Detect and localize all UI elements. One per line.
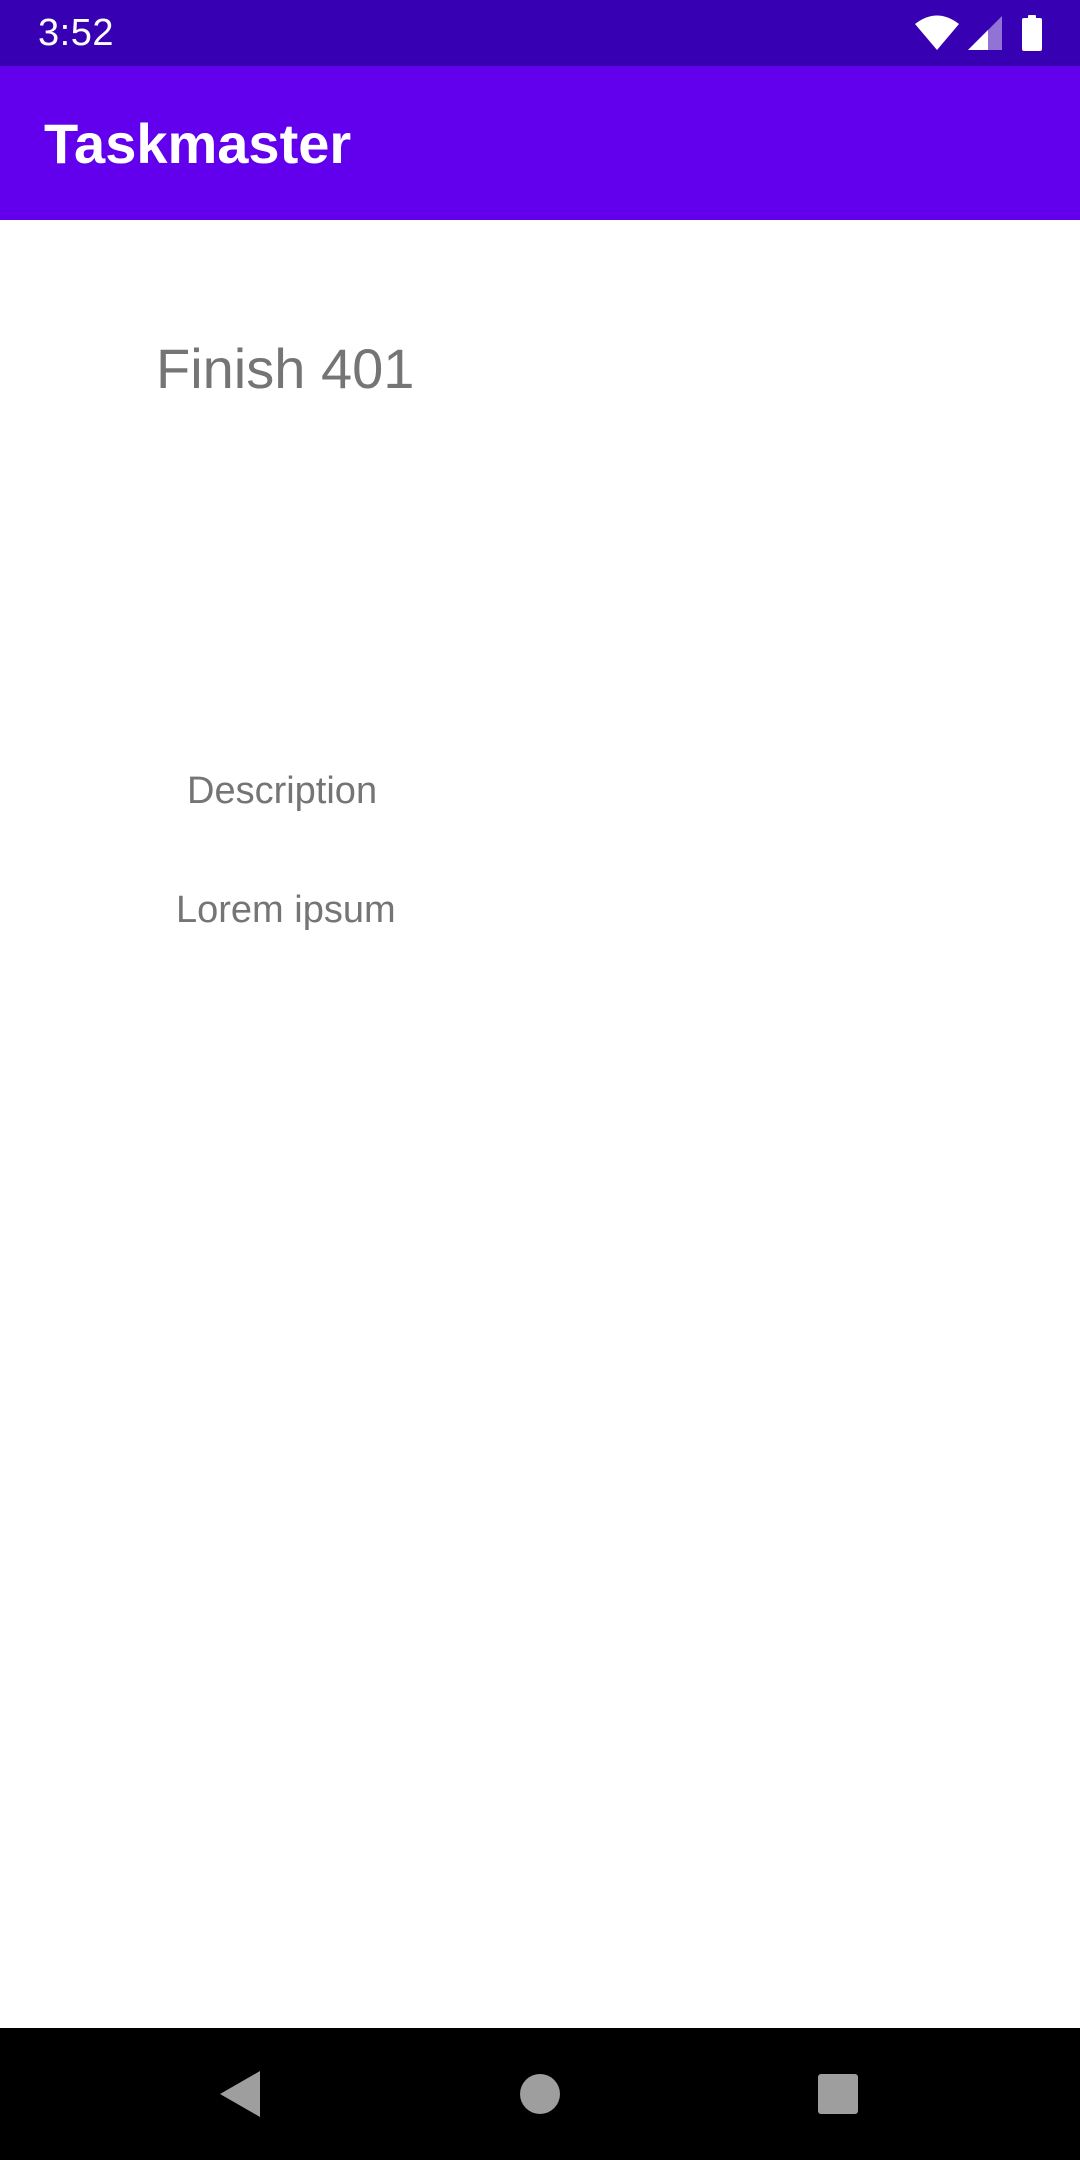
cell-signal-icon bbox=[968, 16, 1002, 50]
home-icon bbox=[520, 2074, 560, 2114]
app-bar: Taskmaster bbox=[0, 66, 1080, 220]
description-body: Lorem ipsum bbox=[176, 889, 396, 931]
battery-icon bbox=[1022, 15, 1042, 51]
back-icon bbox=[220, 2071, 260, 2117]
status-bar: 3:52 bbox=[0, 0, 1080, 66]
task-detail-content: Finish 401 Description Lorem ipsum bbox=[0, 220, 1080, 2028]
back-button[interactable] bbox=[200, 2054, 280, 2134]
wifi-icon bbox=[914, 15, 960, 51]
app-title: Taskmaster bbox=[44, 112, 352, 175]
status-icons bbox=[914, 15, 1042, 51]
task-title: Finish 401 bbox=[156, 337, 415, 400]
description-label: Description bbox=[187, 770, 378, 812]
navigation-bar bbox=[0, 2028, 1080, 2160]
recents-button[interactable] bbox=[798, 2054, 878, 2134]
recents-icon bbox=[818, 2074, 858, 2114]
home-button[interactable] bbox=[500, 2054, 580, 2134]
status-time: 3:52 bbox=[38, 12, 114, 54]
